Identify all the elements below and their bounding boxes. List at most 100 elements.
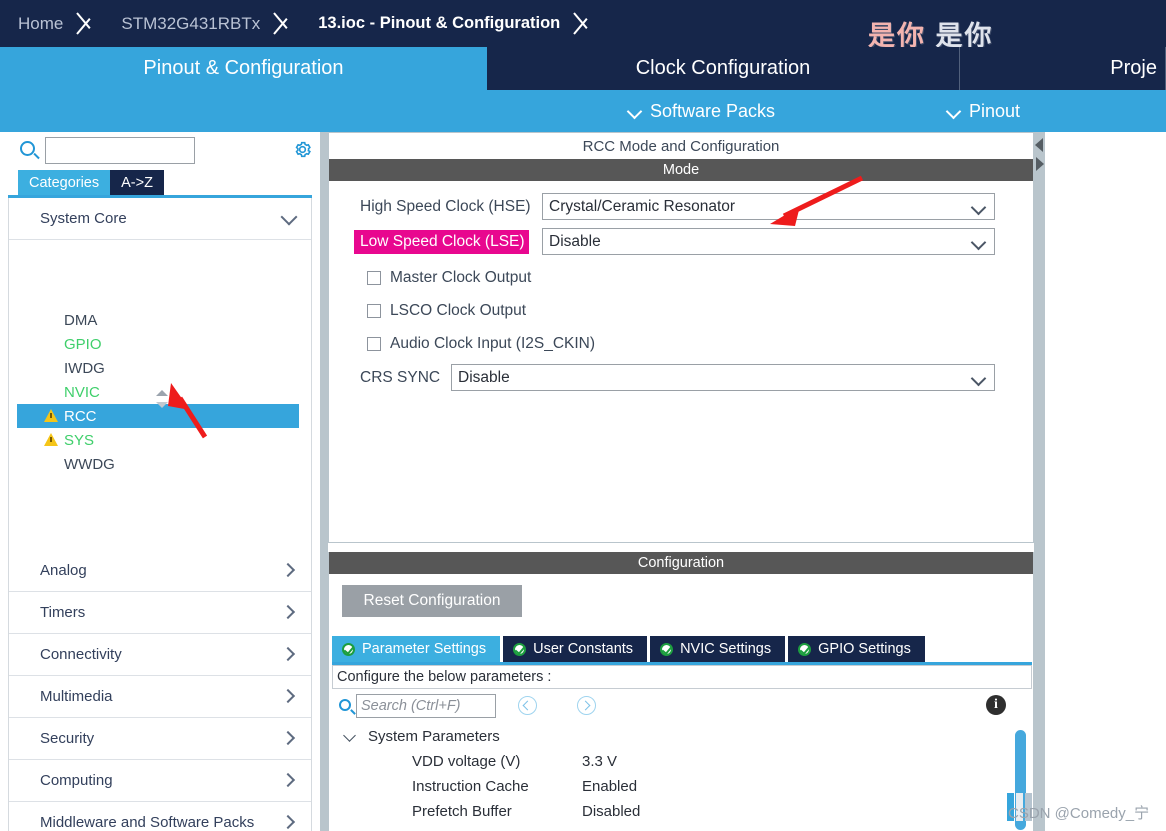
tab-parameter-settings[interactable]: Parameter Settings	[332, 636, 501, 662]
parameter-value: Enabled	[582, 778, 638, 795]
configuration-tab-group: Parameter Settings User Constants NVIC S…	[332, 636, 928, 662]
sidebar-tab-group: Categories A->Z	[18, 170, 164, 195]
right-splitter[interactable]	[1034, 132, 1045, 831]
crs-value: Disable	[458, 368, 510, 386]
field-lse-label: Low Speed Clock (LSE)	[354, 229, 529, 254]
sidebar-group-system-core[interactable]: System Core	[9, 198, 311, 240]
sidebar-category-analog[interactable]: Analog	[9, 550, 311, 592]
sidebar-item-sys[interactable]: SYS	[9, 428, 311, 452]
crs-sync-select[interactable]: Disable	[451, 364, 995, 391]
breadcrumb-item-current[interactable]: 13.ioc - Pinout & Configuration	[300, 0, 570, 47]
tab-a-to-z[interactable]: A->Z	[110, 170, 164, 195]
lse-select[interactable]: Disable	[542, 228, 995, 255]
checkbox-icon[interactable]	[367, 270, 381, 285]
sidebar-item-wwdg[interactable]: WWDG	[9, 452, 311, 476]
check-circle-icon	[342, 642, 355, 656]
left-splitter[interactable]	[320, 132, 328, 831]
peripheral-label: IWDG	[64, 359, 105, 377]
chevron-down-icon	[627, 103, 643, 119]
info-icon[interactable]: i	[986, 695, 1006, 715]
tab-clock-configuration[interactable]: Clock Configuration	[487, 47, 960, 90]
parameter-name: Prefetch Buffer	[412, 803, 512, 820]
chevron-right-icon	[280, 646, 296, 662]
sidebar-search-row	[0, 132, 320, 170]
sidebar-category-security[interactable]: Security	[9, 718, 311, 760]
parameter-name: Instruction Cache	[412, 778, 529, 795]
tab-project-manager[interactable]: Proje	[960, 47, 1166, 90]
sidebar-item-iwdg[interactable]: IWDG	[9, 356, 311, 380]
search-icon	[339, 699, 351, 711]
tab-label: User Constants	[533, 641, 634, 657]
table-row[interactable]: Instruction Cache Enabled	[332, 774, 1032, 799]
sidebar-category-multimedia[interactable]: Multimedia	[9, 676, 311, 718]
breadcrumb-item-home[interactable]: Home	[0, 0, 73, 47]
checkbox-audio-clock-input[interactable]: Audio Clock Input (I2S_CKIN)	[329, 327, 1033, 360]
software-packs-menu[interactable]: Software Packs	[627, 90, 775, 132]
breadcrumb-item-mcu[interactable]: STM32G431RBTx	[103, 0, 270, 47]
pinout-menu[interactable]: Pinout	[946, 90, 1020, 132]
search-previous-button[interactable]	[518, 696, 537, 715]
search-input[interactable]	[45, 137, 195, 164]
search-next-button[interactable]	[577, 696, 596, 715]
field-crs-sync: CRS SYNC Disable	[329, 362, 1033, 393]
check-circle-icon	[513, 642, 527, 656]
parameter-name: VDD voltage (V)	[412, 753, 521, 770]
tree-group-label: System Parameters	[368, 728, 500, 745]
right-empty-area	[1045, 132, 1166, 831]
tab-categories[interactable]: Categories	[18, 170, 111, 195]
sidebar-category-timers[interactable]: Timers	[9, 592, 311, 634]
category-label: Connectivity	[40, 646, 122, 663]
tab-pinout-configuration[interactable]: Pinout & Configuration	[0, 47, 487, 90]
tree-group-system-parameters[interactable]: System Parameters	[332, 724, 1032, 749]
chevron-down-icon	[970, 370, 987, 387]
configuration-band-title: Configuration	[329, 552, 1033, 574]
checkbox-label: Audio Clock Input (I2S_CKIN)	[390, 334, 596, 352]
hse-value: Crystal/Ceramic Resonator	[549, 197, 736, 215]
category-label: Middleware and Software Packs	[40, 814, 255, 831]
reset-configuration-button[interactable]: Reset Configuration	[342, 585, 522, 617]
parameter-tree: System Parameters VDD voltage (V) 3.3 V …	[332, 724, 1032, 824]
checkbox-lsco-clock-output[interactable]: LSCO Clock Output	[329, 294, 1033, 327]
tab-label: Parameter Settings	[362, 641, 487, 657]
checkbox-icon[interactable]	[367, 336, 381, 351]
sidebar-category-group: Analog Timers Connectivity Multimedia Se…	[9, 550, 311, 831]
sidebar-category-computing[interactable]: Computing	[9, 760, 311, 802]
chevron-right-icon	[280, 688, 296, 704]
peripheral-label: RCC	[64, 407, 97, 425]
rcc-configuration-panel: Configuration Reset Configuration Parame…	[328, 552, 1034, 831]
field-hse: High Speed Clock (HSE) Crystal/Ceramic R…	[329, 191, 1033, 222]
chevron-right-icon	[280, 730, 296, 746]
watermark-text-2: 是你	[935, 21, 994, 47]
splitter-collapse-left-icon[interactable]	[1035, 138, 1043, 152]
sidebar-item-gpio[interactable]: GPIO	[9, 332, 311, 356]
tab-nvic-settings[interactable]: NVIC Settings	[650, 636, 786, 662]
tab-user-constants[interactable]: User Constants	[503, 636, 648, 662]
table-row[interactable]: VDD voltage (V) 3.3 V	[332, 749, 1032, 774]
tab-gpio-settings[interactable]: GPIO Settings	[788, 636, 925, 662]
checkbox-master-clock-output[interactable]: Master Clock Output	[329, 261, 1033, 294]
sidebar-item-dma[interactable]: DMA	[9, 308, 311, 332]
search-icon	[20, 141, 35, 156]
check-circle-icon	[798, 642, 812, 656]
main-tab-bar: Pinout & Configuration Clock Configurati…	[0, 47, 1166, 90]
splitter-collapse-right-icon[interactable]	[1036, 157, 1044, 171]
hse-select[interactable]: Crystal/Ceramic Resonator	[542, 193, 995, 220]
checkbox-label: LSCO Clock Output	[390, 301, 527, 319]
tab-label: NVIC Settings	[680, 641, 772, 657]
peripheral-label: GPIO	[64, 335, 102, 353]
chevron-right-icon	[580, 700, 590, 710]
list-scroll-handle[interactable]	[156, 390, 172, 408]
gear-icon[interactable]	[293, 140, 312, 159]
category-label: Analog	[40, 562, 87, 579]
table-row[interactable]: Prefetch Buffer Disabled	[332, 799, 1032, 824]
peripheral-label: DMA	[64, 311, 98, 329]
field-crs-label: CRS SYNC	[360, 368, 441, 386]
parameter-search-input[interactable]: Search (Ctrl+F)	[356, 694, 496, 718]
chevron-left-icon	[522, 700, 533, 710]
chevron-right-icon	[280, 604, 296, 620]
checkbox-icon[interactable]	[367, 303, 381, 318]
sidebar-category-middleware[interactable]: Middleware and Software Packs	[9, 802, 311, 831]
sidebar-category-connectivity[interactable]: Connectivity	[9, 634, 311, 676]
chinese-watermark: 是你 是你	[868, 14, 994, 47]
stm32cubemx-window: Home STM32G431RBTx 13.ioc - Pinout & Con…	[0, 0, 1166, 831]
